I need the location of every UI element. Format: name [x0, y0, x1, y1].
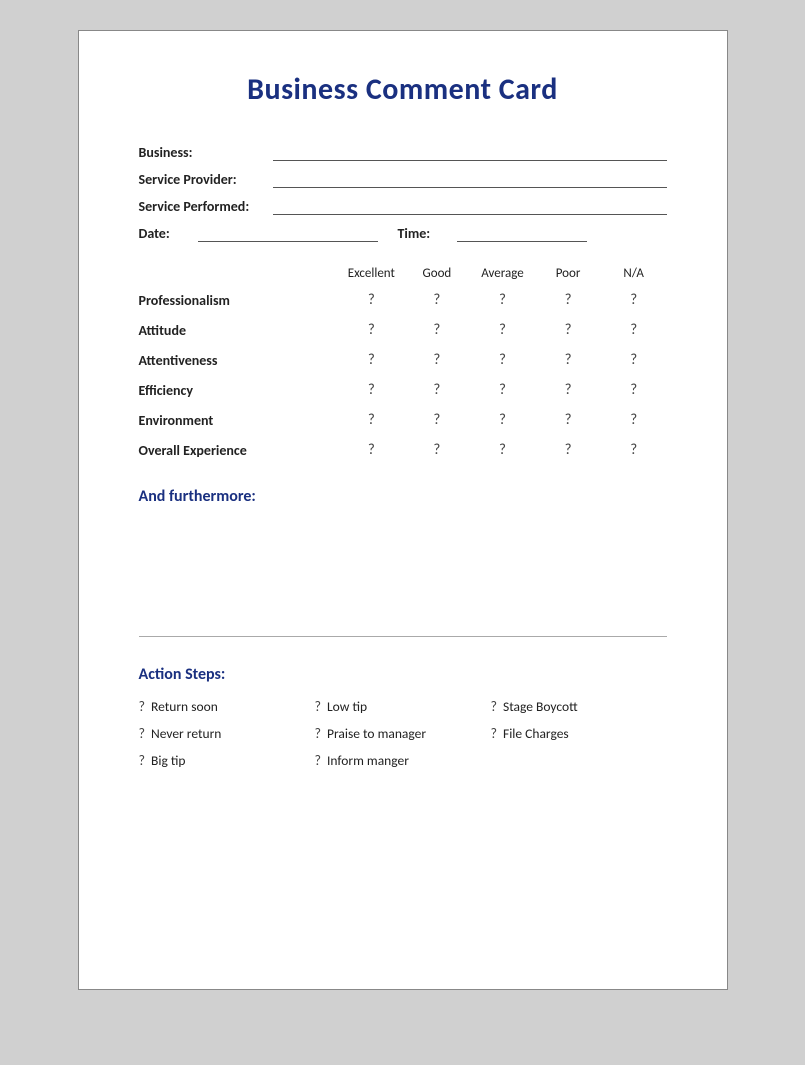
business-label: Business: — [139, 144, 269, 161]
action-item-low-tip[interactable]: ? Low tip — [315, 698, 491, 715]
professionalism-na[interactable]: ? — [601, 291, 667, 309]
action-item-stage-boycott[interactable]: ? Stage Boycott — [491, 698, 667, 715]
ratings-header-poor: Poor — [535, 266, 601, 281]
action-symbol-5: ? — [315, 752, 322, 769]
attentiveness-good[interactable]: ? — [404, 351, 470, 369]
attitude-excellent[interactable]: ? — [339, 321, 405, 339]
furthermore-section: And furthermore: — [139, 487, 667, 616]
action-item-file-charges[interactable]: ? File Charges — [491, 725, 667, 742]
action-symbol-0: ? — [139, 698, 146, 715]
overall-excellent[interactable]: ? — [339, 441, 405, 459]
ratings-header-average: Average — [470, 266, 536, 281]
professionalism-label: Professionalism — [139, 292, 339, 309]
rating-row-overall: Overall Experience ? ? ? ? ? — [139, 441, 667, 459]
service-performed-field-row: Service Performed: — [139, 198, 667, 215]
environment-good[interactable]: ? — [404, 411, 470, 429]
action-steps-title: Action Steps: — [139, 665, 667, 684]
overall-experience-label: Overall Experience — [139, 442, 339, 459]
attentiveness-excellent[interactable]: ? — [339, 351, 405, 369]
rating-row-efficiency: Efficiency ? ? ? ? ? — [139, 381, 667, 399]
service-provider-label: Service Provider: — [139, 171, 269, 188]
action-symbol-7: ? — [491, 725, 498, 742]
time-input-line[interactable] — [457, 226, 587, 242]
attitude-good[interactable]: ? — [404, 321, 470, 339]
attitude-poor[interactable]: ? — [535, 321, 601, 339]
action-steps-section: Action Steps: ? Return soon ? Low tip ? … — [139, 665, 667, 769]
overall-na[interactable]: ? — [601, 441, 667, 459]
service-provider-input-line[interactable] — [273, 172, 667, 188]
action-item-never-return[interactable]: ? Never return — [139, 725, 315, 742]
action-text-1: Never return — [151, 725, 221, 742]
action-text-4: Praise to manager — [327, 725, 426, 742]
attentiveness-label: Attentiveness — [139, 352, 339, 369]
attitude-average[interactable]: ? — [470, 321, 536, 339]
action-symbol-3: ? — [315, 698, 322, 715]
action-text-6: Stage Boycott — [503, 698, 578, 715]
attitude-label: Attitude — [139, 322, 339, 339]
professionalism-poor[interactable]: ? — [535, 291, 601, 309]
overall-poor[interactable]: ? — [535, 441, 601, 459]
action-symbol-4: ? — [315, 725, 322, 742]
attentiveness-poor[interactable]: ? — [535, 351, 601, 369]
action-item-return-soon[interactable]: ? Return soon — [139, 698, 315, 715]
business-input-line[interactable] — [273, 145, 667, 161]
attentiveness-na[interactable]: ? — [601, 351, 667, 369]
divider — [139, 636, 667, 637]
action-steps-grid: ? Return soon ? Low tip ? Stage Boycott … — [139, 698, 667, 769]
environment-poor[interactable]: ? — [535, 411, 601, 429]
environment-average[interactable]: ? — [470, 411, 536, 429]
ratings-header-na: N/A — [601, 266, 667, 281]
date-time-field-row: Date: Time: — [139, 225, 667, 242]
action-text-3: Low tip — [327, 698, 367, 715]
professionalism-average[interactable]: ? — [470, 291, 536, 309]
action-text-7: File Charges — [503, 725, 569, 742]
card-title: Business Comment Card — [139, 71, 667, 108]
ratings-header-row: Excellent Good Average Poor N/A — [139, 266, 667, 281]
service-provider-field-row: Service Provider: — [139, 171, 667, 188]
action-symbol-6: ? — [491, 698, 498, 715]
action-text-5: Inform manger — [327, 752, 409, 769]
attitude-na[interactable]: ? — [601, 321, 667, 339]
furthermore-content[interactable] — [139, 516, 667, 616]
efficiency-na[interactable]: ? — [601, 381, 667, 399]
action-text-2: Big tip — [151, 752, 185, 769]
action-item-empty — [491, 752, 667, 769]
overall-good[interactable]: ? — [404, 441, 470, 459]
business-field-row: Business: — [139, 144, 667, 161]
action-item-big-tip[interactable]: ? Big tip — [139, 752, 315, 769]
date-label: Date: — [139, 225, 194, 242]
efficiency-poor[interactable]: ? — [535, 381, 601, 399]
efficiency-label: Efficiency — [139, 382, 339, 399]
efficiency-good[interactable]: ? — [404, 381, 470, 399]
date-input-line[interactable] — [198, 226, 378, 242]
environment-label: Environment — [139, 412, 339, 429]
environment-na[interactable]: ? — [601, 411, 667, 429]
action-text-0: Return soon — [151, 698, 218, 715]
comment-card: Business Comment Card Business: Service … — [78, 30, 728, 990]
action-item-inform-manager[interactable]: ? Inform manger — [315, 752, 491, 769]
action-symbol-2: ? — [139, 752, 146, 769]
rating-row-attentiveness: Attentiveness ? ? ? ? ? — [139, 351, 667, 369]
professionalism-excellent[interactable]: ? — [339, 291, 405, 309]
professionalism-good[interactable]: ? — [404, 291, 470, 309]
attentiveness-average[interactable]: ? — [470, 351, 536, 369]
service-performed-label: Service Performed: — [139, 198, 269, 215]
overall-average[interactable]: ? — [470, 441, 536, 459]
action-symbol-1: ? — [139, 725, 146, 742]
rating-row-professionalism: Professionalism ? ? ? ? ? — [139, 291, 667, 309]
furthermore-title: And furthermore: — [139, 487, 667, 506]
action-item-praise-manager[interactable]: ? Praise to manager — [315, 725, 491, 742]
environment-excellent[interactable]: ? — [339, 411, 405, 429]
rating-row-attitude: Attitude ? ? ? ? ? — [139, 321, 667, 339]
ratings-header-good: Good — [404, 266, 470, 281]
ratings-section: Excellent Good Average Poor N/A Professi… — [139, 266, 667, 459]
ratings-header-excellent: Excellent — [339, 266, 405, 281]
service-performed-input-line[interactable] — [273, 199, 667, 215]
efficiency-excellent[interactable]: ? — [339, 381, 405, 399]
time-label: Time: — [398, 225, 453, 242]
rating-row-environment: Environment ? ? ? ? ? — [139, 411, 667, 429]
efficiency-average[interactable]: ? — [470, 381, 536, 399]
